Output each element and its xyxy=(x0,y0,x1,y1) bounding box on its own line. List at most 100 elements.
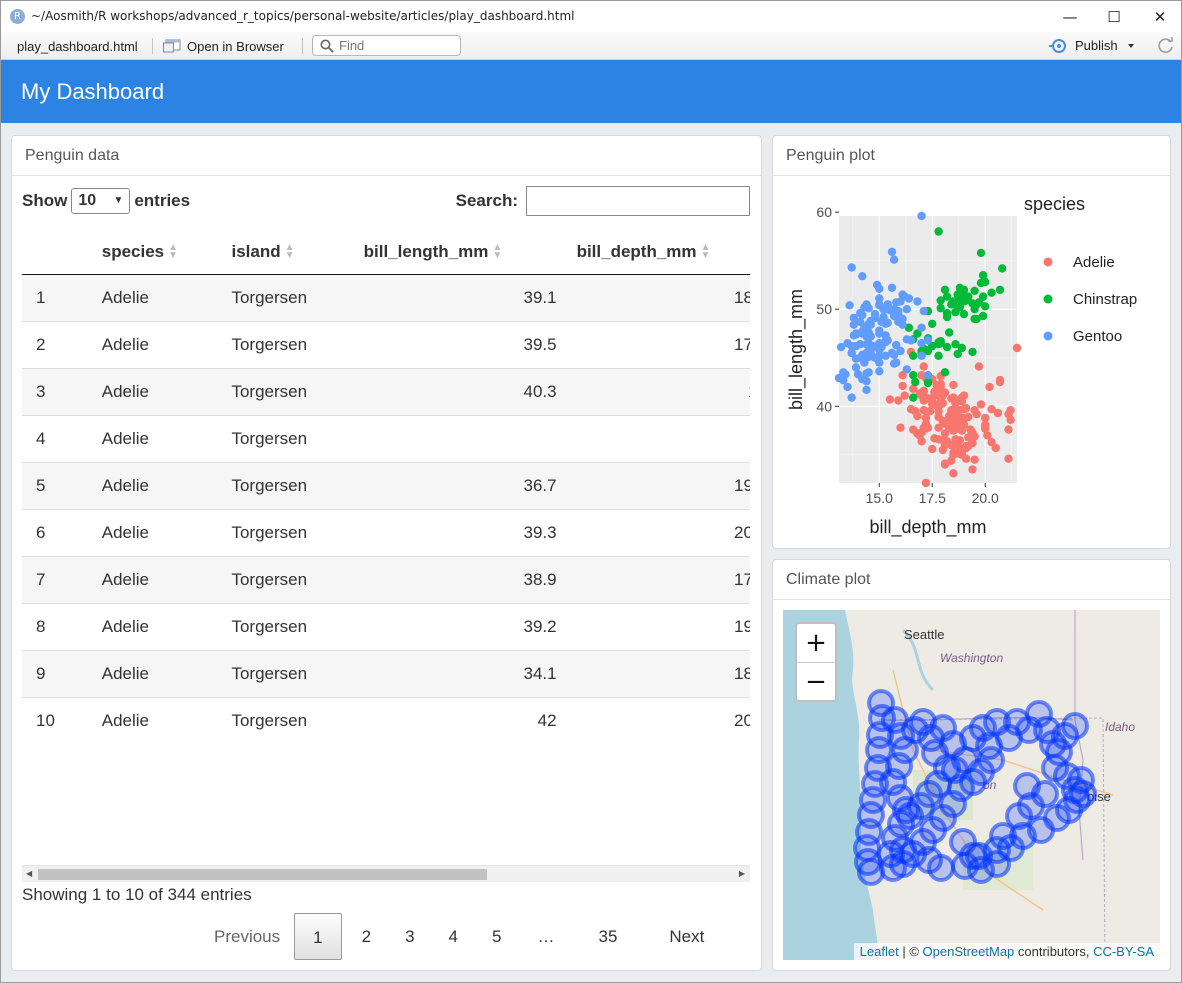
data-point-chinstrap xyxy=(976,248,986,258)
file-name-tab[interactable]: play_dashboard.html xyxy=(17,39,138,54)
table-row[interactable]: 2AdelieTorgersen39.517.4186 xyxy=(22,320,750,368)
horizontal-scrollbar[interactable]: ◀ ▶ xyxy=(22,865,750,882)
scroll-left-icon[interactable]: ◀ xyxy=(26,869,32,878)
station-marker[interactable] xyxy=(927,854,955,882)
scroll-right-icon[interactable]: ▶ xyxy=(739,869,745,878)
zoom-out-button[interactable]: − xyxy=(797,662,835,700)
data-point-adelie xyxy=(930,434,939,443)
close-button[interactable]: ✕ xyxy=(1137,3,1182,31)
scrollbar-thumb[interactable] xyxy=(38,869,487,880)
cell-species: Adelie xyxy=(91,367,222,415)
next-page-button[interactable]: Next xyxy=(639,913,724,960)
y-tick-label: 60 xyxy=(816,204,832,220)
table-row[interactable]: 7AdelieTorgersen38.917.8181 xyxy=(22,555,750,603)
table-row[interactable]: 1AdelieTorgersen39.118.7181 xyxy=(22,273,750,321)
refresh-icon[interactable] xyxy=(1156,36,1176,56)
cell-island: Torgersen xyxy=(221,461,354,509)
page-button-current[interactable]: 1 xyxy=(294,913,342,960)
table-row[interactable]: 5AdelieTorgersen36.719.3193 xyxy=(22,461,750,509)
data-point-adelie xyxy=(959,391,969,400)
data-point-adelie xyxy=(987,405,996,414)
x-tick-label: 17.5 xyxy=(919,490,946,506)
data-point-chinstrap xyxy=(978,271,988,280)
page-length-select[interactable]: 10 ▼ xyxy=(71,188,131,214)
column-header-bill-depth[interactable]: bill_depth_mm ▲ ▼ xyxy=(566,230,750,275)
cell-bill-length: 40.3 xyxy=(353,367,567,415)
data-point-adelie xyxy=(921,478,931,488)
cell-row-number: 10 xyxy=(22,696,92,744)
penguin-table: species ▲ ▼ island ▲ ▼ bill_length_mm ▲ ▼ bill… xyxy=(22,230,750,744)
station-marker[interactable] xyxy=(1067,766,1095,794)
cell-bill-depth: 18 xyxy=(566,367,750,415)
data-point-adelie xyxy=(906,405,916,414)
card-title: Climate plot xyxy=(773,560,1170,600)
data-point-chinstrap xyxy=(911,377,920,387)
data-point-gentoo xyxy=(858,272,867,281)
zoom-in-button[interactable]: + xyxy=(797,624,835,662)
minimize-button[interactable]: — xyxy=(1047,3,1093,31)
station-marker[interactable] xyxy=(1061,712,1089,740)
openstreetmap-link[interactable]: OpenStreetMap xyxy=(923,944,1015,959)
cell-row-number: 8 xyxy=(22,602,92,650)
station-marker[interactable] xyxy=(879,854,907,882)
table-search-input[interactable] xyxy=(526,186,750,216)
cell-row-number: 7 xyxy=(22,555,92,603)
table-row[interactable]: 10AdelieTorgersen4220.2190 xyxy=(22,696,750,744)
data-point-adelie xyxy=(949,469,958,478)
column-header-species[interactable]: species ▲ ▼ xyxy=(91,230,222,275)
cell-bill-depth: 17.4 xyxy=(566,320,750,368)
publish-button[interactable]: Publish xyxy=(1049,38,1138,53)
table-row[interactable]: 3AdelieTorgersen40.318195 xyxy=(22,367,750,415)
page-button[interactable]: 35 xyxy=(576,913,639,960)
data-point-gentoo xyxy=(887,348,897,358)
toolbar-separator xyxy=(152,38,153,54)
page-button[interactable]: 2 xyxy=(342,913,391,960)
station-marker[interactable] xyxy=(977,746,1005,774)
leaflet-map[interactable]: Seattle Washington Idaho on oise + − Lea… xyxy=(783,610,1160,960)
data-point-adelie xyxy=(1006,406,1015,415)
chevron-down-icon[interactable] xyxy=(1124,41,1138,51)
data-point-chinstrap xyxy=(995,285,1005,294)
find-input[interactable] xyxy=(339,38,457,53)
data-point-gentoo xyxy=(862,332,871,341)
data-point-chinstrap xyxy=(945,328,954,337)
data-point-adelie xyxy=(919,362,928,371)
data-point-chinstrap xyxy=(978,311,988,321)
open-in-browser-button[interactable]: Open in Browser xyxy=(163,37,284,55)
table-scroll-area[interactable]: species ▲ ▼ island ▲ ▼ bill_length_mm ▲ ▼ bill… xyxy=(22,230,750,863)
table-row[interactable]: 4 Adelie Torgersen xyxy=(22,414,750,462)
license-link[interactable]: CC-BY-SA xyxy=(1093,944,1154,959)
data-point-gentoo xyxy=(864,368,873,377)
page-button[interactable]: 5 xyxy=(478,913,515,960)
data-point-chinstrap xyxy=(934,351,943,360)
station-marker[interactable] xyxy=(896,802,924,830)
table-row[interactable]: 8AdelieTorgersen39.219.6195 xyxy=(22,602,750,650)
data-point-chinstrap xyxy=(942,342,952,352)
cell-island: Torgersen xyxy=(221,273,354,321)
previous-page-button[interactable]: Previous xyxy=(200,913,294,960)
table-row[interactable]: 9AdelieTorgersen34.118.1193 xyxy=(22,649,750,697)
find-box[interactable] xyxy=(312,35,461,56)
data-point-adelie xyxy=(934,423,943,432)
station-marker[interactable] xyxy=(951,852,979,880)
page-button[interactable]: 3 xyxy=(391,913,428,960)
map-canvas[interactable]: Seattle Washington Idaho on oise xyxy=(783,610,1160,960)
data-point-chinstrap xyxy=(974,298,984,307)
cell-bill-depth: 19.6 xyxy=(566,602,750,650)
table-row[interactable]: 6AdelieTorgersen39.320.6190 xyxy=(22,508,750,556)
leaflet-link[interactable]: Leaflet xyxy=(860,944,899,959)
maximize-button[interactable]: ☐ xyxy=(1091,3,1137,31)
data-point-adelie xyxy=(930,391,939,400)
data-point-gentoo xyxy=(847,263,856,272)
station-marker[interactable] xyxy=(1013,772,1041,800)
data-point-gentoo xyxy=(894,313,903,323)
page-button[interactable]: 4 xyxy=(429,913,478,960)
dashboard-header: My Dashboard xyxy=(0,60,1182,123)
publish-label: Publish xyxy=(1075,38,1118,53)
column-header-bill-length[interactable]: bill_length_mm ▲ ▼ xyxy=(353,230,567,275)
toolbar-separator xyxy=(302,38,303,54)
legend-title: species xyxy=(1024,194,1085,214)
station-marker[interactable] xyxy=(857,858,885,886)
column-header-island[interactable]: island ▲ ▼ xyxy=(221,230,354,275)
penguin-data-card: Penguin data Show 10 ▼ entries Search: s… xyxy=(11,135,762,971)
